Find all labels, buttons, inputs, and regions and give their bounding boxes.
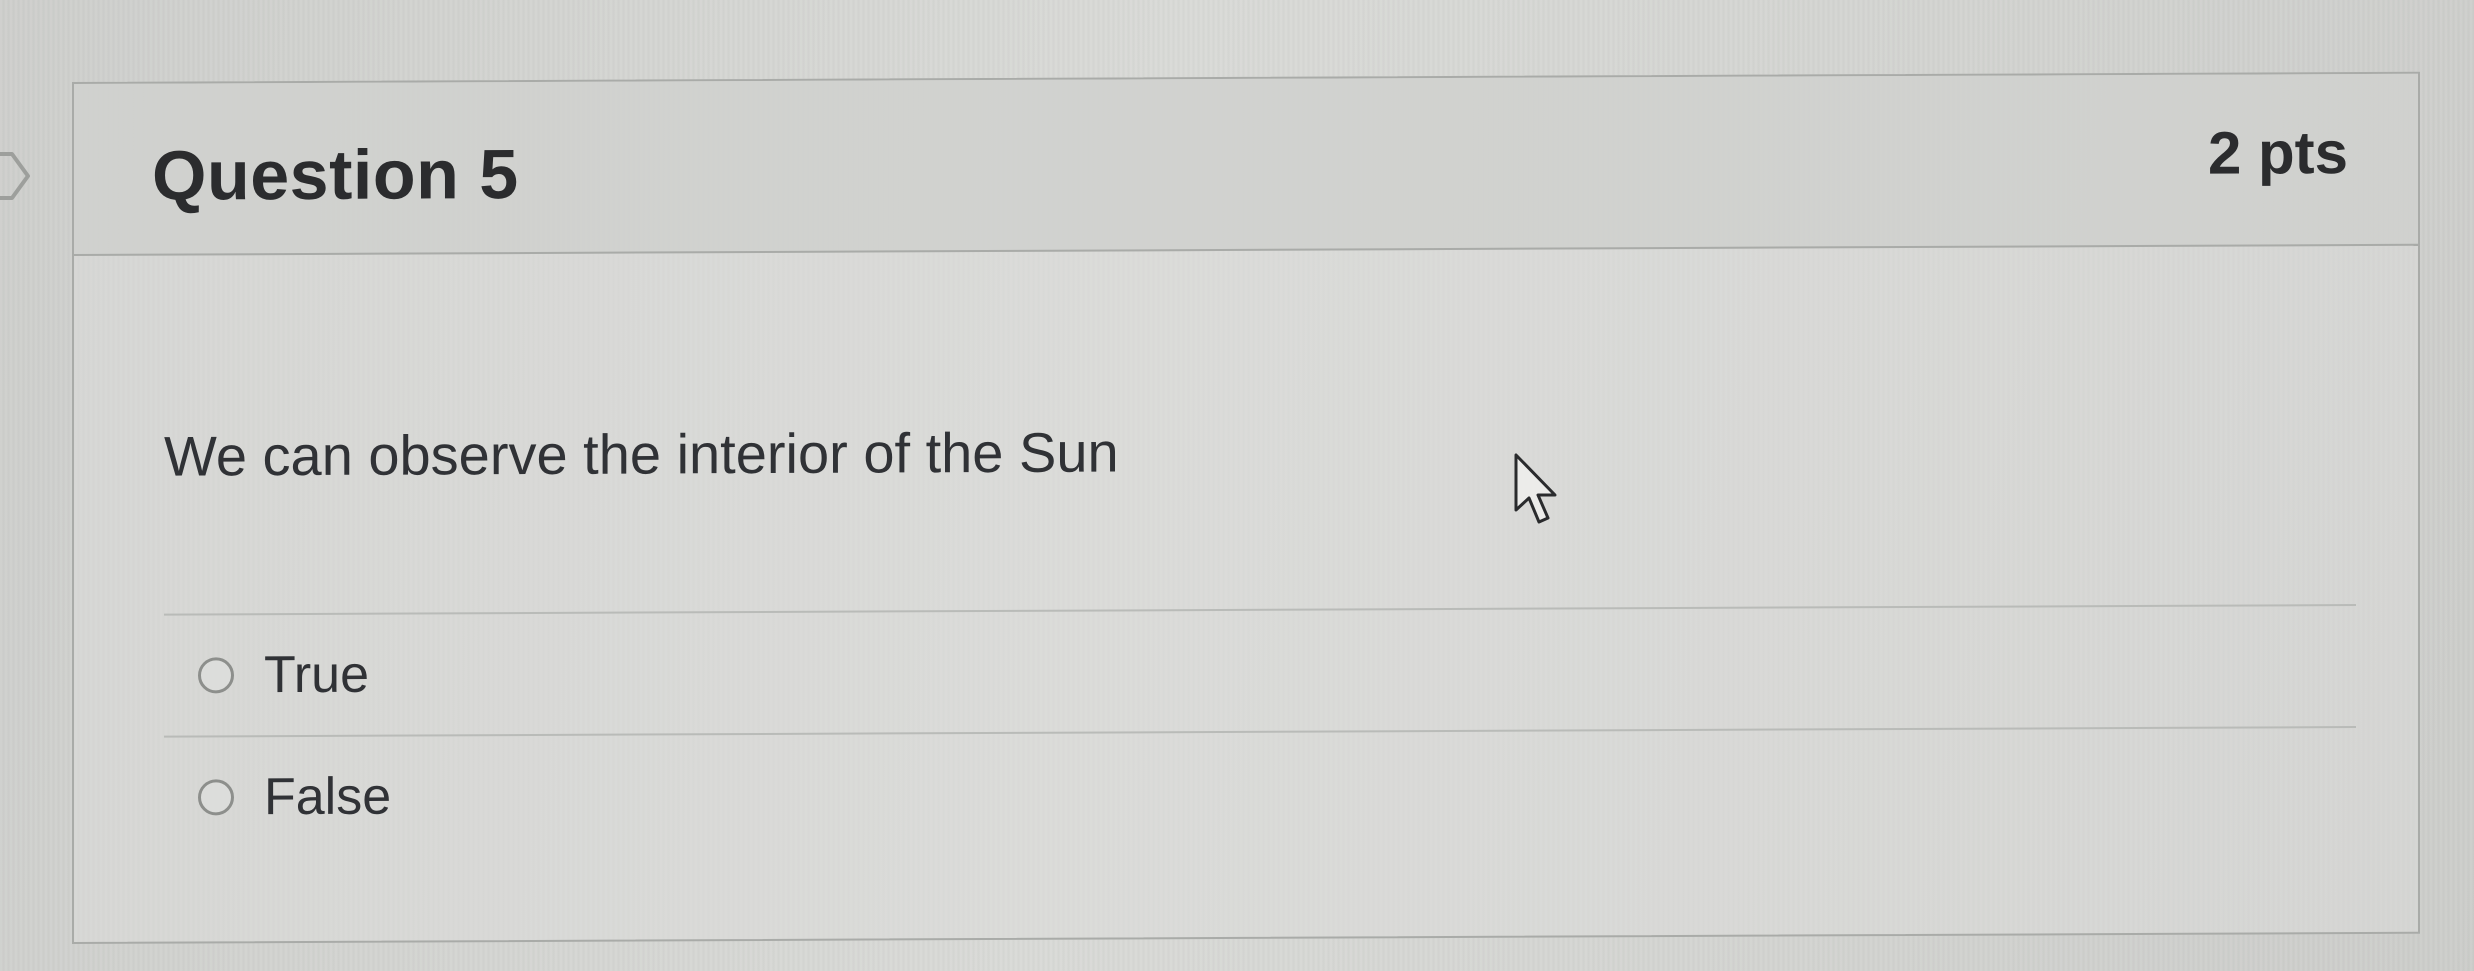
answer-option-true[interactable]: True — [164, 606, 2356, 736]
answer-option-false[interactable]: False — [164, 728, 2356, 858]
question-flag-icon[interactable] — [0, 150, 32, 202]
answer-label: True — [264, 645, 369, 705]
radio-button-icon[interactable] — [198, 779, 234, 816]
answer-list: True False — [164, 604, 2356, 858]
answer-label: False — [264, 767, 392, 827]
radio-button-icon[interactable] — [198, 657, 234, 694]
question-prompt: We can observe the interior of the Sun — [164, 420, 1119, 488]
mouse-pointer-icon — [1514, 453, 1557, 524]
question-header: Question 5 2 pts — [74, 73, 2418, 256]
question-card: Question 5 2 pts We can observe the inte… — [72, 71, 2420, 944]
question-points: 2 pts — [2207, 119, 2348, 187]
question-title: Question 5 — [152, 135, 519, 215]
